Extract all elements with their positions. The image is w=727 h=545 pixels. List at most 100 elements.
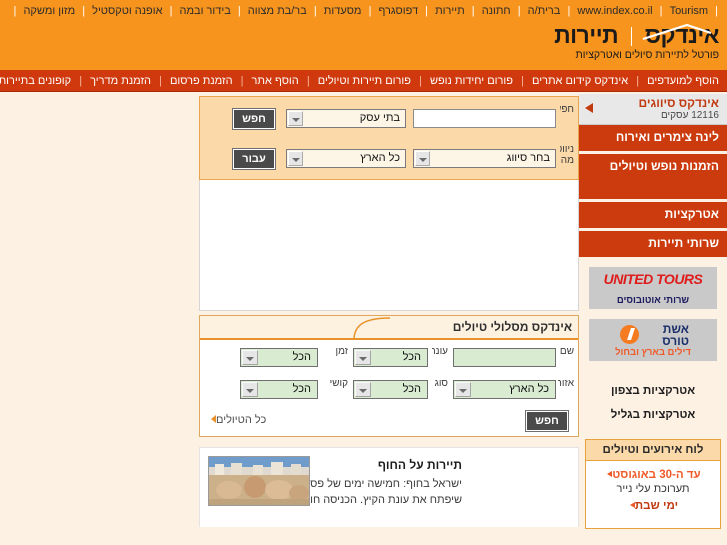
search-button[interactable]: חפש	[232, 108, 276, 130]
top-navigation-bar: | www.index.co.il | Tourism | ברית/ה | ח…	[0, 0, 727, 22]
eshet-tours-logo: אשת טורס	[662, 323, 689, 347]
topnav-item-tourism[interactable]: Tourism	[669, 5, 710, 17]
event-second-title[interactable]: ימי שבת	[586, 500, 720, 512]
trip-time-value: הכל	[292, 351, 311, 363]
site-logo[interactable]: אינדקס תיירות פורטל לתיירות סיולים ואטרק…	[554, 24, 719, 61]
page-root: | www.index.co.il | Tourism | ברית/ה | ח…	[0, 0, 727, 545]
region-select[interactable]: כל הארץ	[286, 149, 406, 168]
menu-sep: |	[159, 75, 162, 87]
trip-search-button[interactable]: חפש	[525, 410, 569, 432]
menu-item-order-guide[interactable]: הזמנת מדריך	[88, 75, 153, 87]
topnav-item-restaurants[interactable]: מסעדות	[323, 5, 363, 17]
sidebar-item-vacation-bookings[interactable]: הזמנות נופש וטיולים	[579, 154, 727, 199]
trip-routes-title: אינדקס מסלולי טיולים	[452, 320, 572, 334]
content-placeholder-box	[199, 180, 579, 311]
main-content-column: חפש בתי עסק חפש ניווט מהיר בחר סיווג	[199, 96, 579, 527]
trip-area-value: כל הארץ	[509, 383, 549, 395]
topnav-item-bar-mitzvah[interactable]: בר/בת מצווה	[247, 5, 308, 17]
trip-area-label: אזור	[558, 378, 574, 389]
menu-item-coupons[interactable]: קופונים בתיירות	[0, 75, 73, 87]
topnav-sep: |	[659, 5, 663, 17]
sidebar-header: אינדקס סיווגים 12116 עסקים	[579, 94, 727, 125]
left-page-margin	[0, 92, 196, 545]
trip-name-input[interactable]	[454, 350, 555, 368]
chevron-down-icon	[288, 111, 303, 126]
topnav-item-food[interactable]: מזון ומשקה	[22, 5, 76, 17]
sidebar-link-attractions-north[interactable]: אטרקציות בצפון	[579, 379, 727, 403]
trip-routes-panel: אינדקס מסלולי טיולים שם עונה הכל זמן הכל…	[199, 315, 579, 437]
article-thumbnail	[208, 456, 310, 506]
menu-item-forum-units[interactable]: פורום יחידות נופש	[428, 75, 515, 87]
menu-item-order-ad[interactable]: הזמנת פרסום	[168, 75, 235, 87]
trip-filter-row-1: שם עונה הכל זמן הכל	[198, 346, 578, 376]
menu-sep: |	[521, 75, 524, 87]
topnav-item-wedding[interactable]: חתונה	[481, 5, 512, 17]
collapse-arrow-icon[interactable]	[581, 99, 599, 117]
banner-united-tours[interactable]: UNITED TOURS שרותי אוטובוסים	[589, 267, 717, 309]
trip-type-label: סוג	[434, 378, 448, 389]
menu-sep: |	[419, 75, 422, 87]
eshet-tours-subtitle: דילים בארץ ובחול	[615, 347, 691, 358]
chevron-down-icon	[455, 382, 471, 397]
trip-filter-row-2: אזור כל הארץ סוג הכל קושי הכל	[198, 378, 578, 408]
region-value: כל הארץ	[360, 152, 400, 164]
sidebar-business-count: 12116 עסקים	[660, 110, 719, 121]
search-input[interactable]	[414, 111, 555, 129]
goto-button[interactable]: עבור	[232, 148, 276, 170]
topnav-sep: |	[82, 5, 86, 17]
trip-panel-footer: חפש כל הטיולים	[200, 409, 578, 435]
trip-name-label: שם	[559, 346, 574, 357]
topnav-item-dfusgraph[interactable]: דפוסגרף	[377, 5, 419, 17]
chevron-down-icon	[242, 382, 258, 397]
event-date[interactable]: עד ה-30 באוגוסט	[586, 469, 720, 481]
trip-name-input-wrap[interactable]	[453, 348, 556, 368]
trip-season-select[interactable]: הכל	[353, 348, 428, 367]
article-teaser[interactable]: תיירות על החוף ישראל בחוף: חמישה ימים של…	[199, 447, 579, 527]
topnav-sep: |	[13, 5, 17, 17]
search-label: חפש	[560, 104, 574, 115]
menu-item-add-favorites[interactable]: הוסף למועדפים	[645, 75, 721, 87]
main-menu-bar: הוסף למועדפים | אינדקס קידום אתרים | פור…	[0, 70, 727, 92]
topnav-item-fashion[interactable]: אופנה וטקסטיל	[91, 5, 163, 17]
menu-sep: |	[636, 75, 640, 87]
logo-section: תיירות	[554, 22, 619, 48]
topnav-item-entertainment[interactable]: בידור ובמה	[179, 5, 232, 17]
topnav-sep: |	[715, 5, 718, 17]
topnav-sep: |	[169, 5, 173, 17]
search-panel: חפש בתי עסק חפש ניווט מהיר בחר סיווג	[199, 96, 579, 180]
classification-select[interactable]: בחר סיווג	[413, 149, 556, 168]
menu-item-add-site[interactable]: הוסף אתר	[250, 75, 301, 87]
sidebar-header-title: אינדקס סיווגים	[638, 96, 719, 110]
trip-type-select[interactable]: הכל	[353, 380, 428, 399]
all-trips-label: כל הטיולים	[216, 414, 267, 426]
search-category-value: בתי עסק	[359, 112, 400, 124]
trip-difficulty-select[interactable]: הכל	[240, 380, 318, 399]
menu-sep: |	[240, 75, 244, 87]
search-input-wrap[interactable]	[413, 109, 556, 129]
trip-difficulty-label: קושי	[329, 378, 348, 389]
eshet-logo-icon	[620, 325, 639, 344]
search-category-select[interactable]: בתי עסק	[286, 109, 406, 128]
chevron-down-icon	[415, 151, 430, 166]
all-trips-link[interactable]: כל הטיולים	[208, 414, 266, 426]
topnav-sep: |	[368, 5, 372, 17]
sidebar-item-lodging[interactable]: לינה צימרים ואירוח	[579, 125, 727, 151]
banner-eshet-tours[interactable]: אשת טורס דילים בארץ ובחול	[589, 319, 717, 361]
event-description: תערוכת עלי נייר	[616, 483, 690, 495]
trip-time-select[interactable]: הכל	[240, 348, 318, 367]
topnav-item-brit[interactable]: ברית/ה	[527, 5, 562, 17]
trip-routes-header: אינדקס מסלולי טיולים	[200, 316, 578, 340]
sidebar-item-attractions[interactable]: אטרקציות	[579, 202, 727, 228]
topnav-sep: |	[517, 5, 521, 17]
sidebar-item-tourism-services[interactable]: שרותי תיירות	[579, 231, 727, 257]
united-tours-logo: UNITED TOURS	[603, 271, 703, 287]
trip-area-select[interactable]: כל הארץ	[453, 380, 556, 399]
topnav-item-index[interactable]: www.index.co.il	[576, 5, 653, 17]
topnav-item-tourism-he[interactable]: תיירות	[434, 5, 466, 17]
menu-sep: |	[79, 75, 83, 87]
menu-item-seo[interactable]: אינדקס קידום אתרים	[530, 75, 630, 87]
topnav-sep: |	[567, 5, 571, 17]
quick-nav-label: ניווט מהיר	[560, 144, 574, 166]
menu-item-forum-tourism[interactable]: פורום תיירות וטיולים	[316, 75, 413, 87]
sidebar-link-attractions-galilee[interactable]: אטרקציות בגליל	[579, 403, 727, 427]
